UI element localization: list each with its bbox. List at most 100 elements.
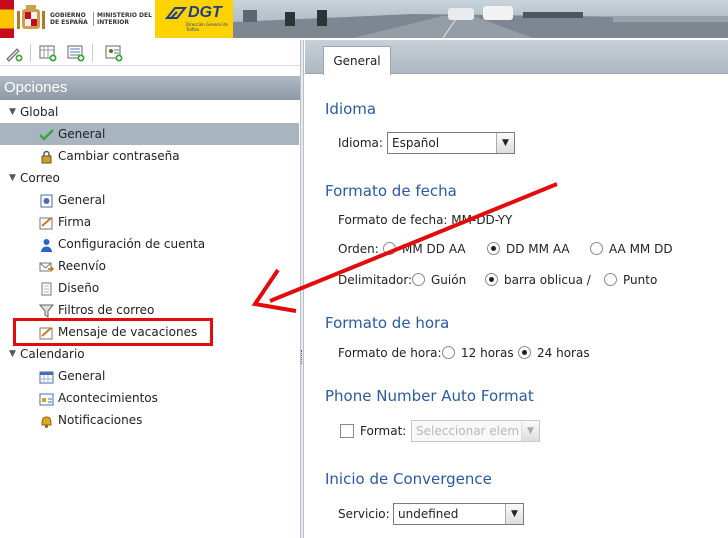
spain-flag-stripe [0,0,14,38]
tree-item-label: Reenvío [58,259,106,273]
tree-item-general[interactable]: General [0,365,299,387]
dgt-subtitle: Dirección General de Tráfico [186,22,229,32]
servicio-select-value: undefined [398,507,459,521]
road-photo-banner [233,0,728,38]
tree-item-label: General [58,127,106,141]
tree-item-label: Cambiar contraseña [58,149,180,163]
new-list-icon[interactable] [66,44,86,62]
dgt-logo-text: DGT [188,4,222,21]
radio-button[interactable] [604,273,617,286]
radio-button[interactable] [485,273,498,286]
tree-item-label: Diseño [58,281,100,295]
tree-item-acontecimientos[interactable]: Acontecimientos [0,387,299,409]
expand-arrow-icon[interactable]: ▼ [9,167,16,189]
tree-item-general[interactable]: General [0,189,299,211]
app-banner: GOBIERNO DE ESPAÑA MINISTERIO DEL INTERI… [0,0,728,38]
phone-format-placeholder: Seleccionar elem [416,424,520,438]
tree-item-configuraci-n-de-cuenta[interactable]: Configuración de cuenta [0,233,299,255]
check-icon [39,127,54,141]
phone-format-checkbox-field[interactable]: Format: [340,424,406,438]
toolbar-separator [30,44,31,62]
tree-item-firma[interactable]: Firma [0,211,299,233]
radio-button[interactable] [383,242,396,255]
new-contact-icon[interactable] [104,44,124,62]
new-calendar-icon[interactable] [38,44,58,62]
delim-option-guion[interactable]: Guión [412,273,466,287]
tree-item-cambiar-contrase-a[interactable]: Cambiar contraseña [0,145,299,167]
hora-label: Formato de hora: [338,346,442,360]
delim-option-punto[interactable]: Punto [604,273,657,287]
hora-option-12[interactable]: 12 horas [442,346,514,360]
options-panel-header: Opciones [0,76,300,100]
tree-group-calendario[interactable]: ▼ Calendario [0,343,299,365]
tab-bar: General [305,40,728,75]
settings-doc-icon [39,193,54,208]
tab-general[interactable]: General [323,46,391,75]
orden-option-ddmmaa[interactable]: DD MM AA [487,242,570,256]
panel-splitter[interactable] [300,40,304,538]
expand-arrow-icon[interactable]: ▼ [9,343,16,365]
phone-format-checkbox[interactable] [340,424,354,438]
tree-item-label: General [58,369,106,383]
tree-group-label: Correo [20,171,60,185]
tree-item-reenv-o[interactable]: Reenvío [0,255,299,277]
tree-group-global[interactable]: ▼ Global [0,101,299,123]
calendar-icon [39,369,54,384]
tree-group-correo[interactable]: ▼ Correo [0,167,299,189]
tree-item-label: Acontecimientos [58,391,158,405]
toolbar-separator [92,44,93,62]
radio-button[interactable] [412,273,425,286]
hora-option-24[interactable]: 24 horas [518,346,590,360]
ministry-label: MINISTERIO DEL INTERIOR [93,12,153,26]
chevron-down-icon[interactable]: ▼ [505,504,523,524]
hora-section-title: Formato de hora [325,314,450,332]
chevron-down-icon[interactable]: ▼ [496,133,514,153]
tree-item-dise-o[interactable]: Diseño [0,277,299,299]
left-toolbar [0,40,300,66]
chevron-down-icon: ▼ [521,421,539,441]
government-label: GOBIERNO DE ESPAÑA [50,12,88,26]
dgt-logo-box: DGT Dirección General de Tráfico [155,0,233,38]
delimitador-label: Delimitador: [338,273,413,287]
new-pencil-icon[interactable] [4,44,24,62]
servicio-label: Servicio: [338,507,390,521]
radio-button[interactable] [487,242,500,255]
orden-option-mmddaa[interactable]: MM DD AA [383,242,466,256]
lock-icon [39,149,54,164]
phone-format-select: Seleccionar elem ▼ [411,420,540,442]
orden-option-aammdd[interactable]: AA MM DD [590,242,673,256]
convergence-section-title: Inicio de Convergence [325,470,492,488]
idioma-section-title: Idioma [325,100,377,118]
tree-item-notificaciones[interactable]: Notificaciones [0,409,299,431]
radio-button[interactable] [518,346,531,359]
servicio-select[interactable]: undefined ▼ [393,503,524,525]
annotation-highlight-box [13,318,213,346]
bell-icon [39,413,54,428]
idioma-select[interactable]: Español ▼ [387,132,515,154]
coat-of-arms-icon [17,5,45,29]
filter-icon [38,303,55,318]
tree-group-label: Global [20,105,59,119]
phone-format-label: Format: [360,424,407,438]
signature-icon [39,215,54,230]
radio-button[interactable] [590,242,603,255]
radio-button[interactable] [442,346,455,359]
phone-section-title: Phone Number Auto Format [325,387,534,405]
tree-group-label: Calendario [20,347,85,361]
tree-item-label: Firma [58,215,92,229]
expand-arrow-icon[interactable]: ▼ [9,101,16,123]
tree-item-general[interactable]: General [0,123,299,145]
forward-mail-icon [39,259,54,273]
idioma-label: Idioma: [338,136,383,150]
tree-item-label: Notificaciones [58,413,143,427]
splitter-grip[interactable] [301,350,303,364]
fecha-section-title: Formato de fecha [325,182,457,200]
orden-label: Orden: [338,242,379,256]
tree-item-label: General [58,193,106,207]
idioma-select-value: Español [392,136,440,150]
delim-option-barra[interactable]: barra oblicua / [485,273,591,287]
events-icon [39,391,54,406]
fecha-format-label: Formato de fecha: MM-DD-YY [338,213,513,227]
tree-item-label: Configuración de cuenta [58,237,206,251]
dgt-emblem-icon [165,7,187,19]
